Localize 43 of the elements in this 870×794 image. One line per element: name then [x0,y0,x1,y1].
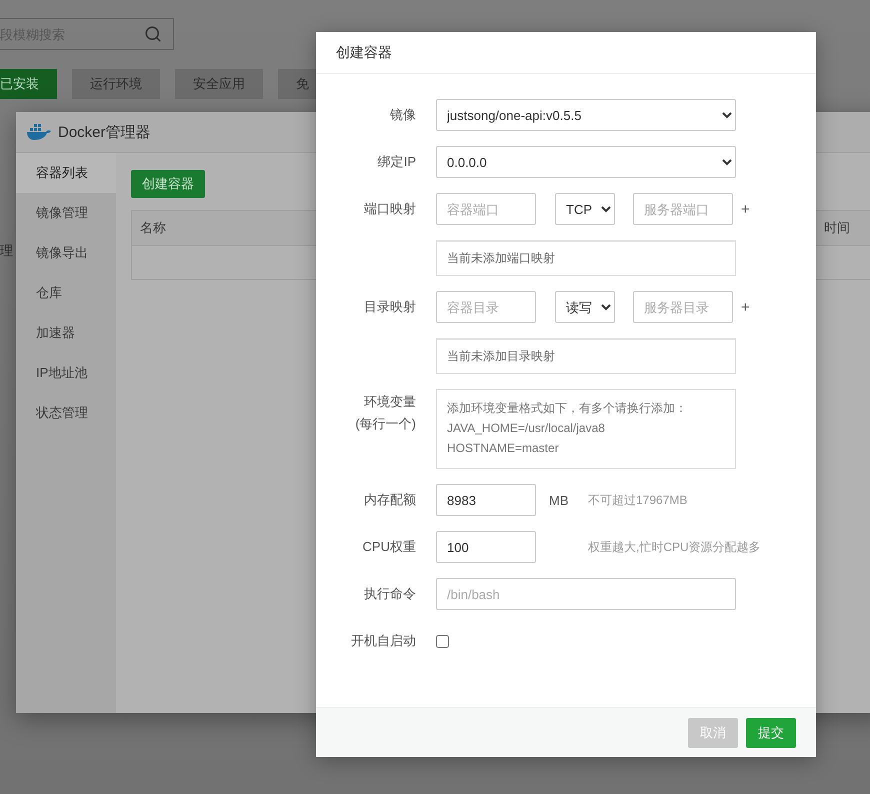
input-field[interactable]: 容器目录 [436,291,536,323]
field-label: 镜像 [390,106,416,124]
field-label: 绑定IP [378,153,416,171]
add-button[interactable]: + [741,298,750,316]
input-field[interactable]: 100 [436,531,536,563]
field-sublabel: (每行一个) [355,415,416,433]
dropdown-field[interactable]: 0.0.0.0 [436,146,736,178]
column-header: 时间 [824,219,850,237]
dropdown-field[interactable]: 读写 [555,291,615,323]
field-label: 端口映射 [364,200,416,218]
tab[interactable]: 运行环境 [72,69,160,99]
field-label: 目录映射 [364,298,416,316]
tab[interactable]: 已安装 [0,69,57,99]
submit-button[interactable]: 提交 [746,718,796,748]
field-label: 环境变量 [364,393,416,411]
input-field[interactable]: 服务器端口 [633,193,733,225]
field-label: 执行命令 [364,585,416,603]
hint-text: 不可超过17967MB [588,492,688,508]
sidebar-text: 理 [0,242,13,260]
input-field[interactable]: /bin/bash [436,578,736,610]
input-field[interactable]: 8983 [436,484,536,516]
panel-title: Docker管理器 [58,122,151,142]
textarea-field[interactable]: 添加环境变量格式如下，有多个请换行添加： JAVA_HOME=/usr/local/java8 HOSTNAME=master [436,389,736,469]
dropdown-field[interactable]: justsong/one-api:v0.5.5 [436,99,736,131]
search-icon[interactable] [144,25,162,43]
checkbox[interactable] [436,634,449,648]
add-button[interactable]: + [741,200,750,218]
field-label: 开机自启动 [351,632,416,650]
dropdown-field[interactable]: TCP [555,193,615,225]
mapping-list: 当前未添加目录映射 [436,338,736,374]
hint-text: 权重越大,忙时CPU资源分配越多 [588,538,761,556]
column-header: 名称 [140,219,166,237]
input-field[interactable]: 服务器目录 [633,291,733,323]
tab[interactable]: 安全应用 [175,69,263,99]
input-field[interactable]: 容器端口 [436,193,536,225]
mapping-list: 当前未添加端口映射 [436,240,736,276]
dialog-title: 创建容器 [316,32,816,74]
field-label: CPU权重 [362,538,416,556]
create-container-button[interactable]: 创建容器 [131,170,205,198]
sidebar-item[interactable]: 容器列表 [16,153,116,193]
field-label: 内存配额 [364,491,416,509]
unit-label: MB [548,492,570,508]
whale-icon [26,123,52,141]
